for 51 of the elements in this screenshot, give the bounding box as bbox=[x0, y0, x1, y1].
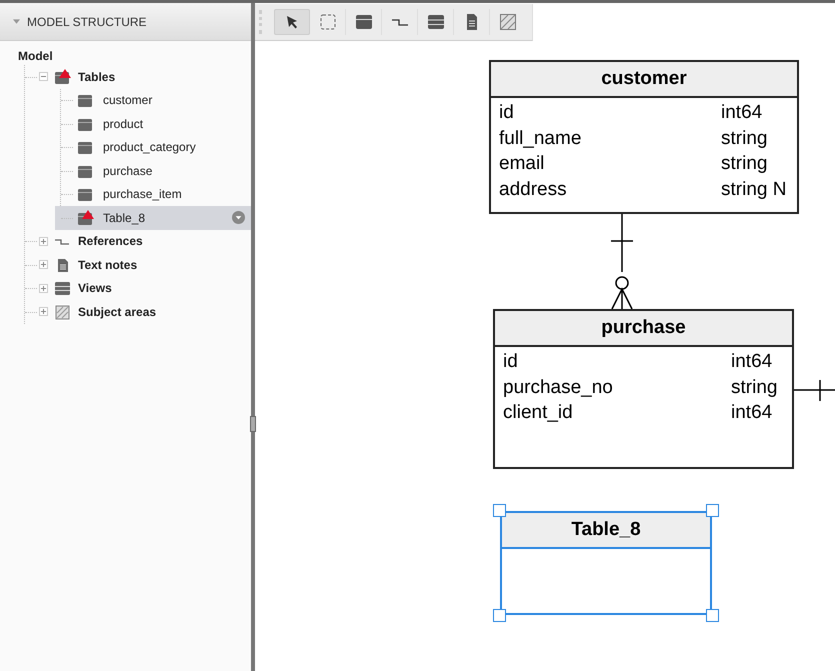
tree-item[interactable]: Tables bbox=[25, 65, 251, 88]
table-entity[interactable]: purchase id int64 purchase_no string client_id int64 bbox=[493, 309, 794, 469]
column-name: address bbox=[499, 178, 567, 200]
column-type: string bbox=[721, 152, 768, 176]
column-type: int64 bbox=[721, 101, 762, 125]
dashed-square-icon bbox=[318, 13, 336, 31]
tree-item[interactable]: product bbox=[55, 112, 251, 136]
tree-item[interactable]: product_category bbox=[55, 136, 251, 159]
column-type: string N bbox=[721, 178, 786, 202]
tree-item[interactable]: Subject areas bbox=[25, 300, 251, 324]
column-type: int64 bbox=[731, 350, 772, 374]
column-name: email bbox=[499, 153, 544, 174]
toggle-icon[interactable] bbox=[39, 260, 48, 270]
column-type: int64 bbox=[731, 401, 772, 425]
toggle-icon[interactable] bbox=[39, 284, 48, 293]
splitter-handle[interactable] bbox=[250, 416, 256, 432]
tree-item[interactable]: Text notes bbox=[25, 253, 251, 276]
table-title: purchase bbox=[495, 311, 792, 347]
table-entity[interactable]: customer id int64 full_name string email string address string N bbox=[489, 60, 799, 214]
resize-handle[interactable] bbox=[706, 609, 719, 622]
toggle-icon[interactable] bbox=[39, 72, 48, 82]
toggle-icon[interactable] bbox=[39, 236, 48, 246]
resize-handle[interactable] bbox=[493, 609, 506, 622]
column-name: client_id bbox=[503, 402, 573, 423]
column-name: id bbox=[499, 102, 514, 123]
column-name: id bbox=[503, 351, 518, 372]
hatched-square-icon bbox=[499, 13, 517, 31]
resize-handle[interactable] bbox=[493, 504, 506, 517]
tree-item[interactable]: purchase_item bbox=[55, 182, 251, 206]
dropdown-icon[interactable] bbox=[232, 211, 245, 224]
view-icon bbox=[426, 13, 444, 31]
tool-button[interactable] bbox=[274, 9, 310, 35]
caret-icon[interactable] bbox=[13, 19, 20, 24]
table-entity[interactable]: Table_8 bbox=[500, 511, 712, 615]
tree-item[interactable]: purchase bbox=[55, 159, 251, 182]
panel-title: MODEL STRUCTURE bbox=[27, 14, 147, 28]
column-type: string bbox=[731, 376, 778, 400]
column-name: purchase_no bbox=[503, 376, 613, 398]
table-title: Table_8 bbox=[502, 513, 710, 549]
tree-item[interactable]: Views bbox=[25, 276, 251, 300]
column-name: full_name bbox=[499, 128, 582, 148]
table-icon bbox=[354, 13, 372, 31]
table-title: customer bbox=[491, 62, 797, 98]
tree-item[interactable]: References bbox=[25, 230, 251, 253]
resize-handle[interactable] bbox=[706, 504, 719, 517]
tree-item[interactable]: customer bbox=[55, 88, 251, 112]
tree-item[interactable]: Table_8 bbox=[55, 206, 251, 230]
relationship-line bbox=[793, 379, 835, 402]
tree-root-label[interactable]: Model bbox=[18, 49, 251, 65]
toggle-icon[interactable] bbox=[39, 307, 48, 316]
column-type: string bbox=[721, 126, 768, 150]
